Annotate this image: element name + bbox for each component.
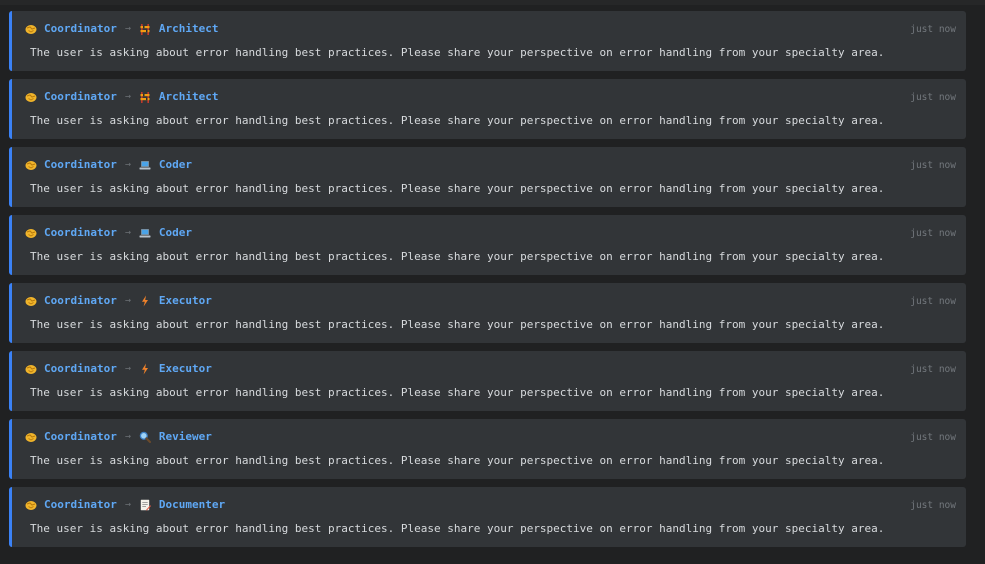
- arrow-icon: →: [124, 159, 131, 170]
- arrow-icon: →: [124, 23, 131, 34]
- message-header: Coordinator → Reviewer: [25, 430, 212, 444]
- message-card: Coordinator → Coder just now The user is…: [9, 147, 966, 207]
- sender-name: Coordinator: [44, 294, 117, 307]
- message-text: The user is asking about error handling …: [30, 318, 885, 331]
- construction-icon: [139, 91, 151, 103]
- handshake-icon: [25, 295, 37, 307]
- laptop-icon: [139, 159, 151, 171]
- recipient-name: Documenter: [158, 498, 226, 511]
- memo-icon: [139, 499, 151, 511]
- message-card: Coordinator → Documenter just now The us…: [9, 487, 966, 547]
- recipient-name: Executor: [158, 294, 212, 307]
- message-text: The user is asking about error handling …: [30, 522, 885, 535]
- handshake-icon: [25, 23, 37, 35]
- message-feed: Coordinator → Architect just now The use…: [9, 11, 966, 555]
- construction-icon: [139, 23, 151, 35]
- message-card: Coordinator → Executor just now The user…: [9, 283, 966, 343]
- sender-name: Coordinator: [44, 90, 117, 103]
- recipient-name: Architect: [158, 22, 219, 35]
- recipient-name: Architect: [158, 90, 219, 103]
- timestamp: just now: [910, 228, 956, 239]
- message-header: Coordinator → Coder: [25, 158, 192, 172]
- handshake-icon: [25, 227, 37, 239]
- timestamp: just now: [910, 500, 956, 511]
- arrow-icon: →: [124, 363, 131, 374]
- message-text: The user is asking about error handling …: [30, 250, 885, 263]
- timestamp: just now: [910, 296, 956, 307]
- handshake-icon: [25, 91, 37, 103]
- message-header: Coordinator → Architect: [25, 90, 219, 104]
- arrow-icon: →: [124, 499, 131, 510]
- handshake-icon: [25, 363, 37, 375]
- message-text: The user is asking about error handling …: [30, 454, 885, 467]
- arrow-icon: →: [124, 91, 131, 102]
- handshake-icon: [25, 431, 37, 443]
- message-header: Coordinator → Executor: [25, 294, 212, 308]
- sender-name: Coordinator: [44, 430, 117, 443]
- recipient-name: Reviewer: [158, 430, 212, 443]
- sender-name: Coordinator: [44, 498, 117, 511]
- message-card: Coordinator → Architect just now The use…: [9, 79, 966, 139]
- message-header: Coordinator → Documenter: [25, 498, 225, 512]
- magnifier-icon: [139, 431, 151, 443]
- sender-name: Coordinator: [44, 226, 117, 239]
- message-card: Coordinator → Executor just now The user…: [9, 351, 966, 411]
- timestamp: just now: [910, 24, 956, 35]
- arrow-icon: →: [124, 295, 131, 306]
- timestamp: just now: [910, 92, 956, 103]
- recipient-name: Coder: [158, 158, 193, 171]
- top-bar: [0, 0, 985, 5]
- sender-name: Coordinator: [44, 22, 117, 35]
- message-header: Coordinator → Executor: [25, 362, 212, 376]
- message-header: Coordinator → Architect: [25, 22, 219, 36]
- message-text: The user is asking about error handling …: [30, 46, 885, 59]
- timestamp: just now: [910, 432, 956, 443]
- message-header: Coordinator → Coder: [25, 226, 192, 240]
- timestamp: just now: [910, 364, 956, 375]
- message-card: Coordinator → Reviewer just now The user…: [9, 419, 966, 479]
- laptop-icon: [139, 227, 151, 239]
- handshake-icon: [25, 159, 37, 171]
- timestamp: just now: [910, 160, 956, 171]
- message-text: The user is asking about error handling …: [30, 386, 885, 399]
- sender-name: Coordinator: [44, 362, 117, 375]
- message-card: Coordinator → Architect just now The use…: [9, 11, 966, 71]
- lightning-icon: [139, 295, 151, 307]
- message-text: The user is asking about error handling …: [30, 182, 885, 195]
- arrow-icon: →: [124, 227, 131, 238]
- recipient-name: Coder: [158, 226, 193, 239]
- handshake-icon: [25, 499, 37, 511]
- recipient-name: Executor: [158, 362, 212, 375]
- sender-name: Coordinator: [44, 158, 117, 171]
- message-card: Coordinator → Coder just now The user is…: [9, 215, 966, 275]
- message-text: The user is asking about error handling …: [30, 114, 885, 127]
- lightning-icon: [139, 363, 151, 375]
- arrow-icon: →: [124, 431, 131, 442]
